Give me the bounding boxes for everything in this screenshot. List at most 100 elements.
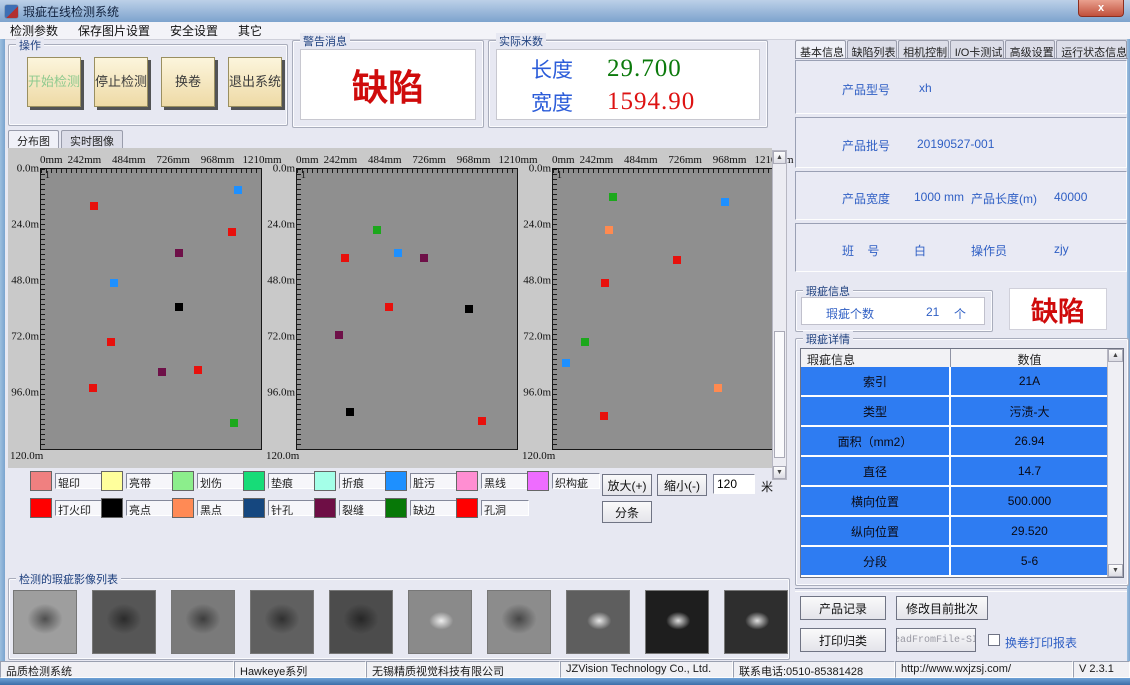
defect-marker[interactable] <box>89 384 97 392</box>
defect-thumbnail[interactable] <box>487 590 551 654</box>
print-on-roll-checkbox[interactable] <box>988 634 1000 646</box>
view-tab[interactable]: 实时图像 <box>61 130 123 148</box>
defect-marker[interactable] <box>478 417 486 425</box>
detail-row[interactable]: 索引21A <box>801 367 1108 397</box>
defect-marker[interactable] <box>335 331 343 339</box>
defect-marker[interactable] <box>605 226 613 234</box>
detail-row[interactable]: 面积（mm2）26.94 <box>801 427 1108 457</box>
defect-thumbnail[interactable] <box>13 590 77 654</box>
right-tab[interactable]: 运行状态信息 <box>1056 40 1127 58</box>
legend-swatch <box>243 498 265 518</box>
right-tab[interactable]: I/O卡测试 <box>950 40 1004 58</box>
detail-row[interactable]: 直径14.7 <box>801 457 1108 487</box>
defect-marker[interactable] <box>346 408 354 416</box>
detail-row-name: 直径 <box>801 457 951 485</box>
op-button[interactable]: 换卷 <box>161 57 215 107</box>
detail-scrollbar[interactable]: ▲ ▼ <box>1107 349 1123 577</box>
menu-item[interactable]: 保存图片设置 <box>68 22 160 39</box>
detail-row[interactable]: 分段5-6 <box>801 547 1108 577</box>
product-size-box: 产品宽度 1000 mm 产品长度(m) 40000 <box>795 171 1127 220</box>
defect-thumbnail[interactable] <box>645 590 709 654</box>
scroll-up-icon[interactable]: ▲ <box>773 151 786 164</box>
defect-marker[interactable] <box>673 256 681 264</box>
defect-marker[interactable] <box>581 338 589 346</box>
section-index: 1 <box>301 170 306 181</box>
window-title: 瑕疵在线检测系统 <box>23 3 119 20</box>
y-ticks <box>553 169 557 449</box>
defect-marker[interactable] <box>158 368 166 376</box>
plot-scrollbar-thumb[interactable] <box>774 331 785 458</box>
defect-marker[interactable] <box>562 359 570 367</box>
operator-value: zjy <box>1054 242 1069 256</box>
status-cell: 无锡精质视觉科技有限公司 <box>366 661 560 678</box>
defect-marker[interactable] <box>609 193 617 201</box>
defect-marker[interactable] <box>465 305 473 313</box>
defect-marker[interactable] <box>228 228 236 236</box>
print-classify-button[interactable]: 打印归类 <box>800 628 886 652</box>
legend-label: 辊印 <box>55 473 103 489</box>
detail-row[interactable]: 纵向位置29.520 <box>801 517 1108 547</box>
legend-label: 亮点 <box>126 500 174 516</box>
legend-swatch <box>101 498 123 518</box>
defect-thumbnail[interactable] <box>171 590 235 654</box>
defect-marker[interactable] <box>234 186 242 194</box>
defect-marker[interactable] <box>420 254 428 262</box>
length-input[interactable] <box>713 474 755 494</box>
print-on-roll-label: 换卷打印报表 <box>1005 634 1077 651</box>
modify-batch-button[interactable]: 修改目前批次 <box>896 596 988 620</box>
defect-marker[interactable] <box>175 249 183 257</box>
legend-label: 脏污 <box>410 473 458 489</box>
split-button[interactable]: 分条 <box>602 501 652 523</box>
defect-marker[interactable] <box>373 226 381 234</box>
detail-scroll-down-icon[interactable]: ▼ <box>1108 564 1123 577</box>
defect-marker[interactable] <box>394 249 402 257</box>
product-model-value: xh <box>919 81 932 95</box>
detail-row-name: 面积（mm2） <box>801 427 951 455</box>
operator-label: 操作员 <box>971 242 1007 259</box>
defect-marker[interactable] <box>601 279 609 287</box>
defect-marker[interactable] <box>107 338 115 346</box>
menu-item[interactable]: 其它 <box>228 22 272 39</box>
defect-thumbnail[interactable] <box>408 590 472 654</box>
defect-marker[interactable] <box>341 254 349 262</box>
length-unit-label: 米 <box>761 478 773 495</box>
menu-item[interactable]: 安全设置 <box>160 22 228 39</box>
product-record-button[interactable]: 产品记录 <box>800 596 886 620</box>
defect-marker[interactable] <box>385 303 393 311</box>
defect-thumbnail[interactable] <box>566 590 630 654</box>
right-tab[interactable]: 相机控制 <box>898 40 949 58</box>
op-button[interactable]: 停止检测 <box>94 57 148 107</box>
defect-marker[interactable] <box>90 202 98 210</box>
defect-marker[interactable] <box>194 366 202 374</box>
detail-header-name: 瑕疵信息 <box>801 349 951 367</box>
legend-swatch <box>30 471 52 491</box>
zoom-in-button[interactable]: 放大(+) <box>602 474 652 496</box>
defect-thumbnail[interactable] <box>724 590 788 654</box>
x-tick-label: 726mm <box>412 154 446 166</box>
detail-scroll-up-icon[interactable]: ▲ <box>1108 349 1123 362</box>
read-from-file-button[interactable]: ReadFromFile-SIM <box>896 628 976 652</box>
defect-thumbnail[interactable] <box>92 590 156 654</box>
defect-marker[interactable] <box>714 384 722 392</box>
app-icon <box>5 5 18 18</box>
defect-marker[interactable] <box>721 198 729 206</box>
close-button[interactable]: x <box>1078 0 1124 17</box>
right-tab[interactable]: 高级设置 <box>1005 40 1056 58</box>
zoom-out-button[interactable]: 缩小(-) <box>657 474 707 496</box>
detail-row[interactable]: 横向位置500.000 <box>801 487 1108 517</box>
plot-scrollbar[interactable]: ▲ ▼ <box>772 150 787 480</box>
defect-marker[interactable] <box>230 419 238 427</box>
right-tab[interactable]: 基本信息 <box>795 40 846 58</box>
scroll-down-icon[interactable]: ▼ <box>773 466 786 479</box>
view-tab[interactable]: 分布图 <box>8 130 59 148</box>
detail-row[interactable]: 类型污渍-大 <box>801 397 1108 427</box>
op-button[interactable]: 退出系统 <box>228 57 282 107</box>
defect-thumbnail[interactable] <box>250 590 314 654</box>
x-tick-label: 0mm <box>40 154 63 166</box>
defect-thumbnail[interactable] <box>329 590 393 654</box>
op-button[interactable]: 开始检测 <box>27 57 81 107</box>
defect-marker[interactable] <box>110 279 118 287</box>
right-tab[interactable]: 缺陷列表 <box>847 40 898 58</box>
defect-marker[interactable] <box>600 412 608 420</box>
defect-marker[interactable] <box>175 303 183 311</box>
